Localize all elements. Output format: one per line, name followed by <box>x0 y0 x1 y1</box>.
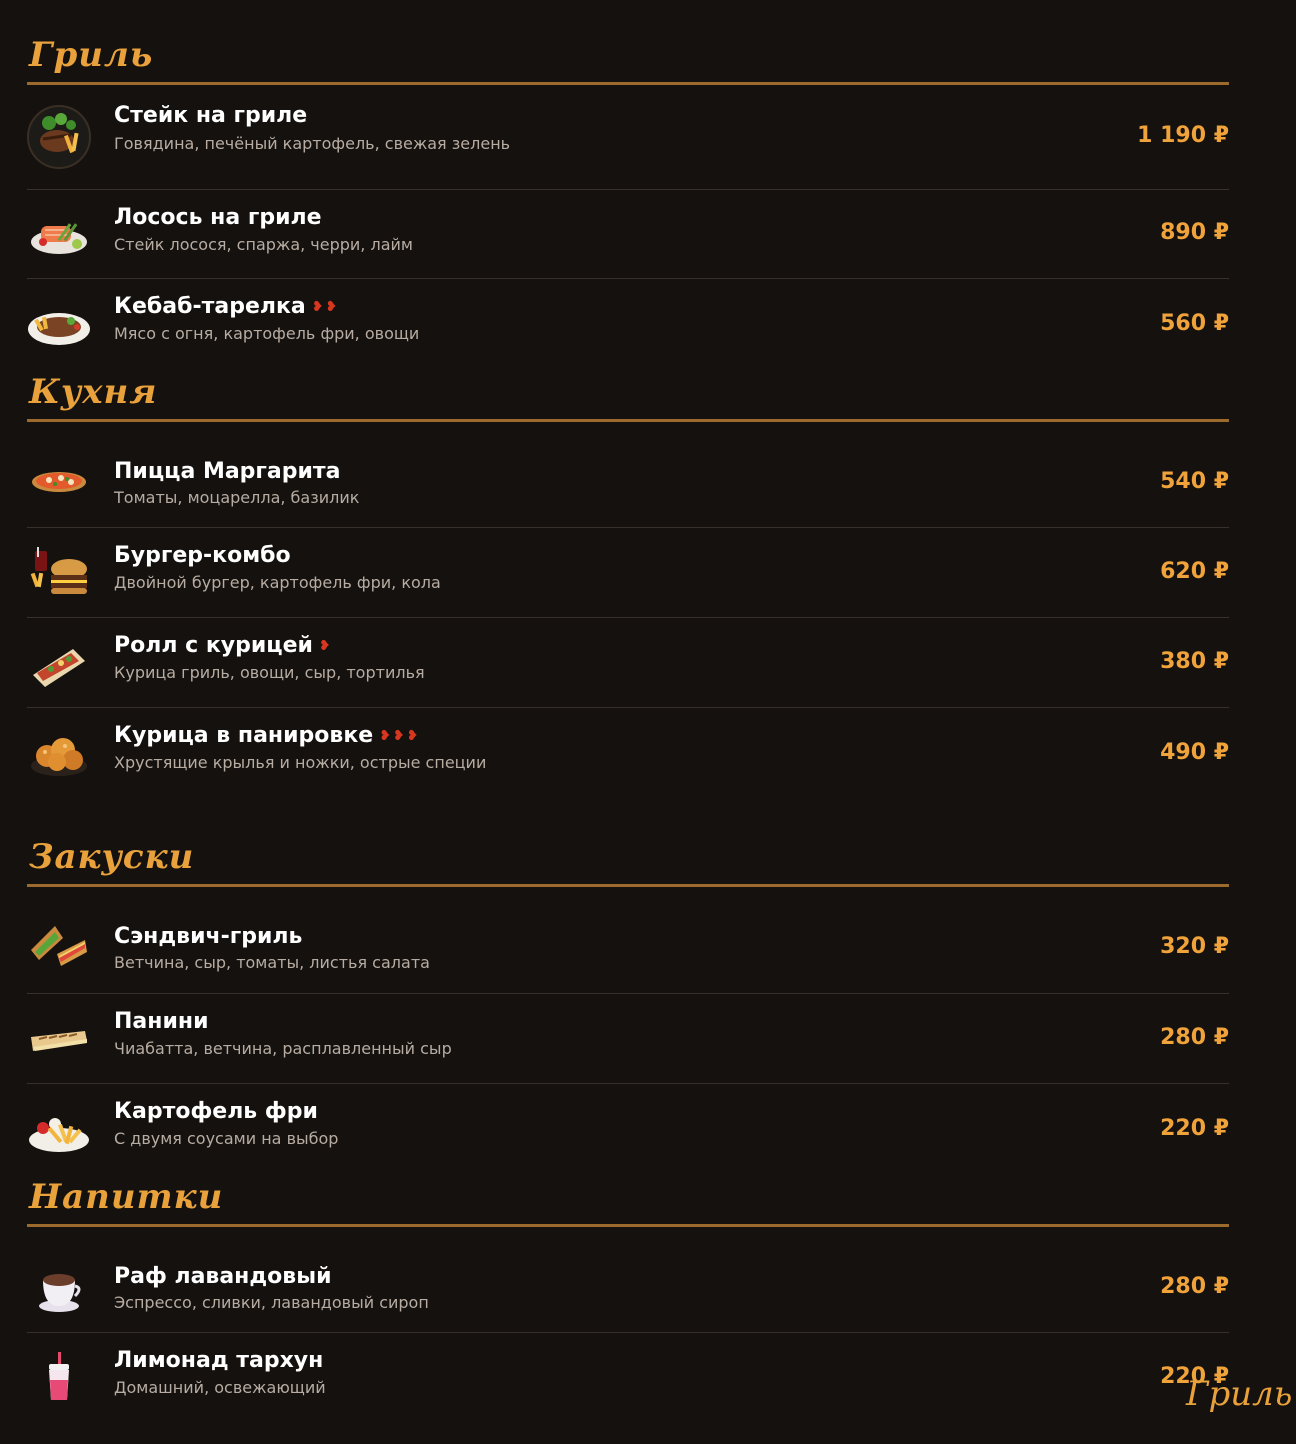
menu-item[interactable]: Лосось на гриле Стейк лосося, спаржа, че… <box>27 190 1229 279</box>
item-name: Лимонад тархун <box>114 1348 324 1373</box>
item-price: 540 ₽ <box>1160 468 1229 494</box>
menu-item[interactable]: Стейк на гриле Говядина, печёный картофе… <box>27 85 1229 190</box>
kebab-icon <box>27 293 91 357</box>
item-description: Чиабатта, ветчина, расплавленный сыр <box>114 1039 452 1058</box>
item-price: 560 ₽ <box>1160 311 1229 336</box>
salmon-icon <box>27 202 91 266</box>
item-price: 280 ₽ <box>1160 1024 1229 1050</box>
wrap-icon <box>27 631 91 695</box>
item-description: Домашний, освежающий <box>114 1378 326 1397</box>
item-price: 1 190 ₽ <box>1137 123 1229 148</box>
section-title: Напитки <box>29 1177 224 1217</box>
item-description: Эспрессо, сливки, лавандовый сироп <box>114 1293 429 1312</box>
menu-section-kitchen: Кухня Пицца Маргарита Томаты, моцарелла,… <box>27 371 1229 800</box>
item-description: Двойной бургер, картофель фри, кола <box>114 573 441 592</box>
item-name: Бургер-комбо <box>114 543 291 568</box>
panini-icon <box>27 1007 91 1071</box>
sandwich-icon <box>27 914 91 978</box>
item-price: 220 ₽ <box>1160 1116 1229 1141</box>
item-name: Ролл с курицей ❥ <box>114 633 333 658</box>
chili-icon: ❥❥ <box>311 299 340 315</box>
chili-icon: ❥❥❥ <box>379 728 421 744</box>
item-name: Панини <box>114 1009 209 1034</box>
menu-item[interactable]: Панини Чиабатта, ветчина, расплавленный … <box>27 994 1229 1084</box>
item-name: Стейк на гриле <box>114 103 308 128</box>
item-description: Томаты, моцарелла, базилик <box>114 488 360 507</box>
item-price: 890 ₽ <box>1160 220 1229 245</box>
menu-section-snacks: Закуски Сэндвич-гриль Ветчина, сыр, тома… <box>27 800 1229 1176</box>
item-price: 490 ₽ <box>1160 740 1229 765</box>
item-price: 320 ₽ <box>1160 934 1229 959</box>
burger-icon <box>27 541 91 605</box>
section-title: Гриль <box>29 35 154 75</box>
item-price: 280 ₽ <box>1160 1273 1229 1299</box>
item-name: Курица в панировке ❥❥❥ <box>114 723 421 748</box>
menu-item[interactable]: Раф лавандовый Эспрессо, сливки, лавандо… <box>27 1227 1229 1333</box>
fried-chicken-icon <box>27 722 91 786</box>
menu-item[interactable]: Кебаб-тарелка ❥❥ Мясо с огня, картофель ф… <box>27 279 1229 371</box>
fries-icon <box>27 1098 91 1162</box>
item-name: Кебаб-тарелка ❥❥ <box>114 294 340 319</box>
item-name: Картофель фри <box>114 1099 318 1124</box>
menu-item[interactable]: Бургер-комбо Двойной бургер, картофель ф… <box>27 528 1229 618</box>
item-description: Курица гриль, овощи, сыр, тортилья <box>114 663 425 682</box>
menu-item[interactable]: Лимонад тархун Домашний, освежающий 220 … <box>27 1333 1229 1422</box>
menu: Гриль Стейк на гриле Говядина, печёный к… <box>27 0 1229 1422</box>
item-price: 620 ₽ <box>1160 558 1229 584</box>
sticky-section-label: Гриль <box>1186 1374 1293 1414</box>
item-description: Ветчина, сыр, томаты, листья салата <box>114 953 430 972</box>
section-title: Закуски <box>29 837 195 877</box>
lemonade-icon <box>27 1346 91 1410</box>
item-description: Мясо с огня, картофель фри, овощи <box>114 324 420 343</box>
steak-icon <box>27 105 91 169</box>
menu-item[interactable]: Сэндвич-гриль Ветчина, сыр, томаты, лист… <box>27 887 1229 994</box>
item-description: Хрустящие крылья и ножки, острые специи <box>114 753 487 772</box>
item-name: Пицца Маргарита <box>114 459 341 484</box>
pizza-icon <box>27 448 91 512</box>
chili-icon: ❥ <box>318 638 333 654</box>
menu-item[interactable]: Пицца Маргарита Томаты, моцарелла, базил… <box>27 422 1229 528</box>
menu-item[interactable]: Ролл с курицей ❥ Курица гриль, овощи, сыр… <box>27 618 1229 708</box>
item-name: Раф лавандовый <box>114 1264 332 1289</box>
item-description: Говядина, печёный картофель, свежая зеле… <box>114 134 511 153</box>
item-price: 380 ₽ <box>1160 648 1229 674</box>
item-description: С двумя соусами на выбор <box>114 1129 339 1148</box>
coffee-icon <box>27 1256 91 1320</box>
item-name: Лосось на гриле <box>114 205 322 230</box>
menu-item[interactable]: Курица в панировке ❥❥❥ Хрустящие крылья и… <box>27 708 1229 800</box>
menu-section-drinks: Напитки Раф лавандовый Эспрессо, сливки,… <box>27 1176 1229 1422</box>
item-description: Стейк лосося, спаржа, черри, лайм <box>114 235 413 254</box>
menu-item[interactable]: Картофель фри С двумя соусами на выбор 2… <box>27 1084 1229 1176</box>
section-title: Кухня <box>29 372 158 412</box>
item-name: Сэндвич-гриль <box>114 924 303 949</box>
menu-section-grill: Гриль Стейк на гриле Говядина, печёный к… <box>27 0 1229 371</box>
